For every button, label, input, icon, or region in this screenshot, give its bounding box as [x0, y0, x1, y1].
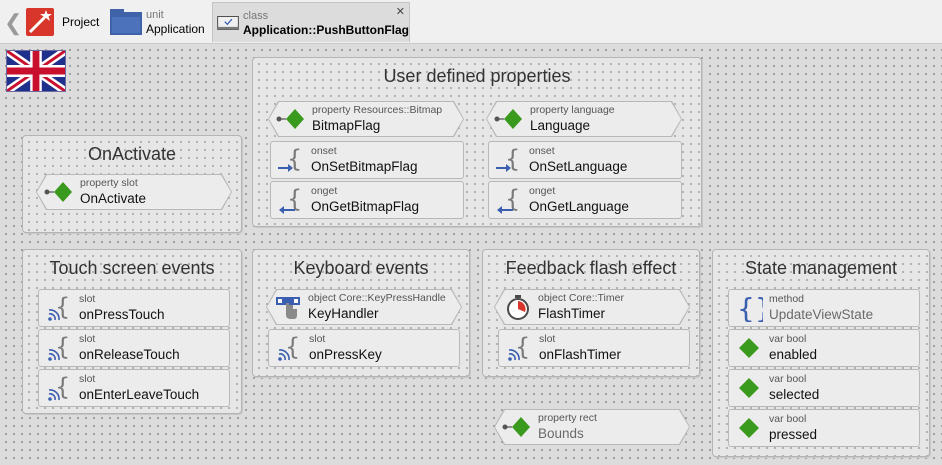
member-kind: object Core::KeyPressHandle: [308, 292, 446, 304]
member-updateviewstate[interactable]: method UpdateViewState: [728, 289, 920, 327]
tab-application[interactable]: unit Application: [110, 2, 210, 41]
slot-icon: [505, 334, 533, 362]
property-diamond-icon: [502, 413, 530, 441]
member-kind: slot: [79, 373, 96, 385]
tab-application-label: Application: [146, 21, 205, 36]
tab-project-label: Project: [62, 14, 100, 29]
member-onsetbitmapflag[interactable]: onset OnSetBitmapFlag: [270, 141, 464, 179]
member-name: OnGetBitmapFlag: [311, 199, 420, 214]
panel-title: Keyboard events: [293, 258, 429, 278]
panel-title: Touch screen events: [49, 258, 215, 278]
member-name: OnActivate: [80, 191, 147, 206]
timer-icon: [504, 293, 532, 321]
tab-application-kind: unit: [146, 8, 164, 21]
property-diamond-icon: [44, 178, 72, 206]
tab-bar: ❮ Project unit Application class Applica…: [0, 0, 942, 44]
panel-title: User defined properties: [383, 66, 571, 86]
member-kind: slot: [79, 333, 96, 345]
member-language[interactable]: property language Language: [486, 101, 682, 137]
chevron-left-icon[interactable]: ❮: [4, 10, 22, 36]
member-name: onEnterLeaveTouch: [79, 387, 200, 402]
member-name: BitmapFlag: [312, 118, 381, 133]
class-check-icon: [217, 15, 239, 30]
member-kind: method: [769, 293, 805, 305]
property-diamond-icon: [276, 105, 304, 133]
member-name: OnSetBitmapFlag: [311, 159, 418, 174]
member-onactivate[interactable]: property slot OnActivate: [36, 174, 232, 210]
member-bounds[interactable]: property rect Bounds: [494, 409, 690, 445]
variable-diamond-icon: [735, 374, 763, 402]
member-kind: slot: [309, 333, 326, 345]
member-name: Bounds: [538, 426, 584, 441]
member-pressed[interactable]: var bool pressed: [728, 409, 920, 447]
member-name: OnGetLanguage: [529, 199, 629, 214]
member-name: onReleaseTouch: [79, 347, 180, 362]
variable-diamond-icon: [735, 414, 763, 442]
member-name: KeyHandler: [308, 306, 379, 321]
slot-icon: [275, 334, 303, 362]
member-name: onPressKey: [309, 347, 382, 362]
member-onpresskey[interactable]: slot onPressKey: [268, 329, 460, 367]
member-onpresstouch[interactable]: slot onPressTouch: [38, 289, 230, 327]
project-wand-icon: [26, 7, 54, 36]
key-handler-icon: [274, 293, 302, 321]
slot-icon: [45, 374, 73, 402]
member-keyhandler[interactable]: object Core::KeyPressHandle KeyHandler: [266, 289, 462, 325]
member-bitmapflag[interactable]: property Resources::Bitmap BitmapFlag: [268, 101, 464, 137]
member-kind: onset: [311, 145, 337, 157]
member-name: Language: [530, 118, 591, 133]
member-kind: property rect: [538, 412, 597, 424]
slot-icon: [45, 294, 73, 322]
tab-class-kind: class: [243, 9, 269, 22]
member-selected[interactable]: var bool selected: [728, 369, 920, 407]
member-kind: onset: [529, 145, 555, 157]
onset-icon: [277, 146, 305, 174]
member-name: UpdateViewState: [769, 307, 874, 322]
member-kind: var bool: [769, 333, 807, 345]
member-kind: onget: [311, 185, 338, 197]
panel-title: Feedback flash effect: [505, 258, 677, 278]
member-name: OnSetLanguage: [529, 159, 628, 174]
member-name: pressed: [769, 427, 818, 442]
member-name: FlashTimer: [538, 306, 606, 321]
tab-project[interactable]: Project: [24, 2, 108, 41]
member-kind: property language: [530, 104, 615, 116]
member-name: selected: [769, 387, 820, 402]
panel-title: OnActivate: [87, 144, 177, 164]
member-name: enabled: [769, 347, 818, 362]
folder-icon: [110, 8, 142, 35]
member-ongetlanguage[interactable]: onget OnGetLanguage: [488, 181, 682, 219]
onget-icon: [277, 186, 305, 214]
member-kind: object Core::Timer: [538, 292, 624, 304]
property-diamond-icon: [494, 105, 522, 133]
member-onsetlanguage[interactable]: onset OnSetLanguage: [488, 141, 682, 179]
variable-diamond-icon: [735, 334, 763, 362]
tab-class-label: Application::PushButtonFlag: [243, 22, 409, 37]
member-onflashtimer[interactable]: slot onFlashTimer: [498, 329, 690, 367]
method-braces-icon: [735, 294, 763, 322]
member-flashtimer[interactable]: object Core::Timer FlashTimer: [494, 289, 690, 325]
onset-icon: [495, 146, 523, 174]
member-kind: slot: [539, 333, 556, 345]
member-kind: property Resources::Bitmap: [312, 104, 443, 116]
member-kind: var bool: [769, 373, 807, 385]
member-kind: var bool: [769, 413, 807, 425]
member-name: onPressTouch: [79, 307, 165, 322]
tab-pushbuttonflag[interactable]: class Application::PushButtonFlag ✕: [212, 2, 410, 42]
slot-icon: [45, 334, 73, 362]
onget-icon: [495, 186, 523, 214]
member-kind: property slot: [80, 177, 138, 189]
uk-flag-icon[interactable]: [6, 50, 66, 92]
member-ongetbitmapflag[interactable]: onget OnGetBitmapFlag: [270, 181, 464, 219]
member-kind: slot: [79, 293, 96, 305]
member-name: onFlashTimer: [539, 347, 622, 362]
member-onenterleavetouch[interactable]: slot onEnterLeaveTouch: [38, 369, 230, 407]
close-tab-icon[interactable]: ✕: [396, 5, 405, 18]
member-onreleasetouch[interactable]: slot onReleaseTouch: [38, 329, 230, 367]
member-enabled[interactable]: var bool enabled: [728, 329, 920, 367]
panel-title: State management: [744, 258, 898, 278]
member-kind: onget: [529, 185, 556, 197]
